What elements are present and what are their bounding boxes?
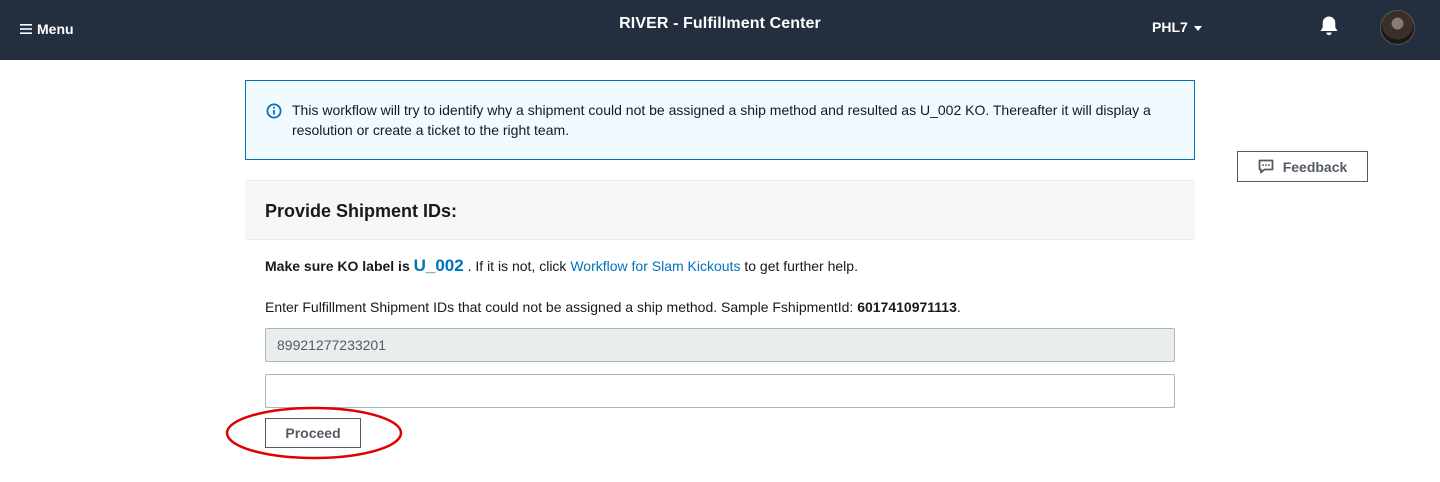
instruction-text: Enter Fulfillment Shipment IDs that coul… — [265, 299, 858, 315]
shipment-id-input-2[interactable] — [265, 374, 1175, 408]
caret-down-icon — [1193, 25, 1202, 31]
slam-kickouts-link[interactable]: Workflow for Slam Kickouts — [570, 258, 740, 274]
shipment-id-value: 89921277233201 — [277, 337, 387, 353]
shipment-id-instruction: Enter Fulfillment Shipment IDs that coul… — [265, 297, 961, 317]
bell-icon[interactable] — [1319, 15, 1339, 37]
ko-code: U_002 — [413, 256, 464, 275]
instruction-suffix: . — [956, 299, 961, 315]
info-banner: This workflow will try to identify why a… — [245, 80, 1195, 160]
feedback-label: Feedback — [1282, 158, 1348, 175]
panel-title: Provide Shipment IDs: — [265, 201, 458, 221]
ko-label-prefix: Make sure KO label is — [265, 258, 414, 274]
panel-header: Provide Shipment IDs: — [245, 180, 1195, 240]
user-avatar[interactable] — [1380, 10, 1415, 45]
site-label: PHL7 — [1152, 19, 1188, 35]
sample-shipment-id: 6017410971113 — [857, 299, 957, 315]
site-selector[interactable]: PHL7 — [1152, 19, 1202, 35]
feedback-button[interactable]: Feedback — [1237, 151, 1368, 182]
comment-icon — [1258, 159, 1274, 174]
ko-label-instruction: Make sure KO label is U_002 . If it is n… — [265, 255, 858, 277]
ko-label-middle: . If it is not, click — [463, 258, 571, 274]
proceed-button[interactable]: Proceed — [265, 418, 361, 448]
ko-label-suffix: to get further help. — [740, 258, 858, 274]
app-title: RIVER - Fulfillment Center — [619, 15, 821, 32]
shipment-id-input-1[interactable]: 89921277233201 — [265, 328, 1175, 362]
info-icon — [266, 103, 282, 119]
info-banner-text: This workflow will try to identify why a… — [292, 102, 1151, 138]
top-navigation-bar: Menu RIVER - Fulfillment Center PHL7 — [0, 0, 1440, 60]
proceed-label: Proceed — [285, 425, 341, 441]
